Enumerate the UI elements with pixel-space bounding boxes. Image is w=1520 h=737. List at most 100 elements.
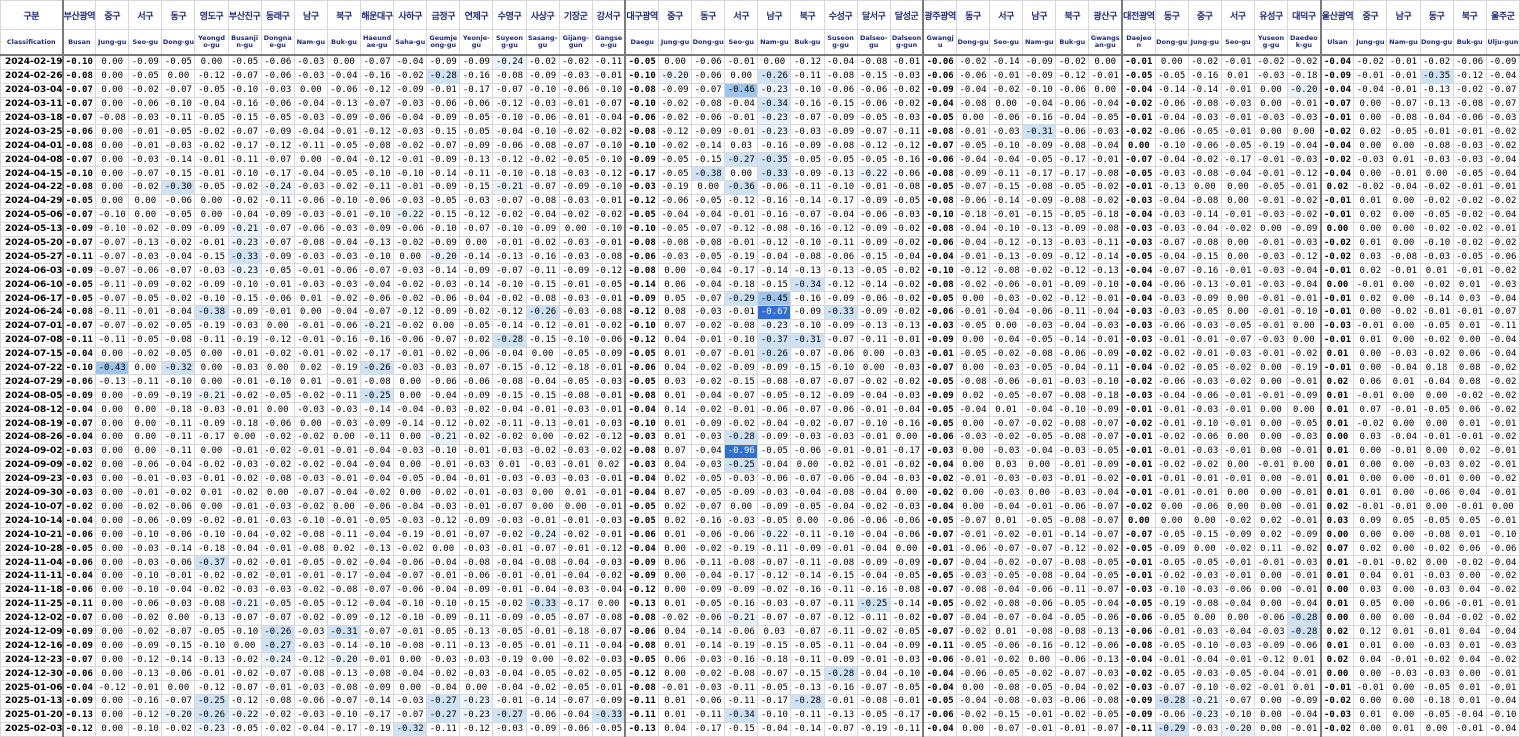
table-cell: -0.05 — [790, 499, 825, 515]
table-cell: -0.06 — [393, 221, 428, 237]
table-cell: -0.04 — [1386, 180, 1421, 195]
table-cell: -0.21 — [426, 430, 461, 445]
table-cell: -0.01 — [558, 96, 593, 112]
table-cell: -0.05 — [691, 249, 726, 265]
table-cell: -0.06 — [955, 68, 991, 84]
table-cell: -0.19 — [1253, 138, 1289, 154]
table-cell: -0.11 — [293, 138, 328, 154]
table-cell: -0.07 — [955, 180, 991, 195]
table-cell: -0.04 — [227, 527, 262, 543]
column-header-ko: 강서구 — [591, 0, 626, 30]
table-cell: 0.00 — [95, 124, 130, 140]
table-cell: -0.28 — [1287, 624, 1322, 640]
table-cell: -0.05 — [558, 374, 593, 390]
table-cell: -0.06 — [691, 527, 726, 543]
table-cell: -0.03 — [1187, 402, 1222, 418]
row-date: 2024-06-17 — [0, 291, 64, 307]
table-cell: -0.07 — [227, 680, 262, 695]
table-cell: -0.08 — [989, 680, 1024, 695]
table-cell: -0.05 — [558, 152, 593, 168]
table-cell: -0.02 — [1485, 193, 1520, 209]
table-cell: -0.06 — [1220, 582, 1255, 598]
table-cell: -0.02 — [1253, 54, 1289, 70]
table-cell: -0.06 — [889, 166, 924, 182]
table-cell: 0.00 — [1253, 568, 1289, 584]
table-cell: -0.01 — [1121, 180, 1156, 195]
table-cell: -0.01 — [1220, 263, 1255, 279]
table-cell: -0.04 — [1121, 652, 1156, 668]
table-cell: -0.12 — [989, 235, 1024, 251]
table-cell: 0.00 — [95, 499, 130, 515]
table-cell: -0.04 — [360, 277, 395, 293]
table-cell: -0.02 — [591, 124, 626, 140]
table-cell: -0.02 — [161, 277, 196, 293]
table-cell: -0.04 — [1220, 624, 1255, 640]
table-cell: -0.03 — [1187, 318, 1222, 334]
table-cell: -0.05 — [459, 124, 494, 140]
table-cell: -0.07 — [161, 263, 196, 279]
table-cell: -0.12 — [1452, 68, 1487, 84]
table-cell: -0.03 — [1022, 471, 1057, 487]
table-cell: -0.05 — [194, 110, 229, 126]
table-cell: -0.01 — [1419, 430, 1454, 445]
table-cell: -0.01 — [591, 360, 626, 376]
table-cell: -0.11 — [823, 235, 858, 251]
table-cell: 0.00 — [955, 360, 991, 376]
table-cell: -0.08 — [624, 443, 660, 459]
table-cell: -0.26 — [260, 624, 295, 640]
table-cell: -0.09 — [1055, 277, 1090, 293]
table-cell: -0.07 — [757, 610, 792, 626]
table-cell: -0.10 — [1287, 305, 1322, 320]
table-cell: -0.01 — [591, 291, 626, 307]
table-cell: -0.03 — [1121, 318, 1156, 334]
table-cell: -0.20 — [1220, 721, 1255, 737]
table-cell: 0.00 — [128, 207, 163, 223]
table-cell: 0.00 — [691, 180, 726, 195]
table-cell: -0.04 — [1154, 193, 1189, 209]
table-cell: -0.02 — [1485, 124, 1520, 140]
table-cell: -0.02 — [1452, 221, 1487, 237]
table-cell: 0.00 — [194, 374, 229, 390]
table-cell: 0.00 — [227, 638, 262, 654]
table-cell: -0.02 — [1319, 721, 1355, 737]
table-cell: -0.08 — [1022, 180, 1057, 195]
table-cell: -0.03 — [989, 360, 1024, 376]
table-cell: -0.06 — [1485, 249, 1520, 265]
table-cell: -0.05 — [889, 624, 924, 640]
table-cell: 0.02 — [657, 499, 693, 515]
table-cell: 0.00 — [95, 541, 130, 557]
table-cell: -0.03 — [1287, 152, 1322, 168]
table-cell: -0.09 — [856, 235, 891, 251]
table-cell: -0.08 — [525, 193, 560, 209]
table-cell: -0.03 — [525, 96, 560, 112]
table-cell: -0.07 — [691, 291, 726, 307]
table-cell: -0.01 — [1220, 54, 1255, 70]
column-header-en: Seo-gu — [989, 29, 1024, 56]
table-cell: -0.15 — [823, 96, 858, 112]
table-cell: -0.02 — [558, 124, 593, 140]
table-cell: -0.09 — [61, 263, 97, 279]
table-cell: 0.00 — [989, 318, 1024, 334]
table-cell: -0.07 — [922, 624, 957, 640]
table-cell: -0.23 — [227, 235, 262, 251]
table-cell: -0.05 — [1419, 513, 1454, 529]
table-cell: 0.00 — [525, 485, 560, 501]
table-cell: -0.08 — [922, 221, 957, 237]
table-cell: -0.10 — [790, 82, 825, 98]
column-header-ko: 북구 — [1055, 0, 1090, 30]
table-cell: -0.02 — [128, 318, 163, 334]
table-cell: -0.26 — [360, 360, 395, 376]
table-cell: -0.04 — [326, 68, 362, 84]
table-cell: 0.00 — [1154, 499, 1189, 515]
table-cell: -0.05 — [1452, 166, 1487, 182]
table-cell: -0.01 — [293, 318, 328, 334]
table-cell: -0.02 — [1485, 402, 1520, 418]
table-cell: -0.09 — [1485, 54, 1520, 70]
table-cell: -0.08 — [1022, 346, 1057, 362]
table-cell: -0.02 — [128, 346, 163, 362]
table-cell: -0.11 — [525, 263, 560, 279]
table-cell: -0.11 — [724, 693, 759, 709]
table-cell: 0.00 — [955, 291, 991, 307]
table-cell: -0.04 — [293, 124, 328, 140]
table-cell: 0.02 — [1253, 527, 1289, 543]
